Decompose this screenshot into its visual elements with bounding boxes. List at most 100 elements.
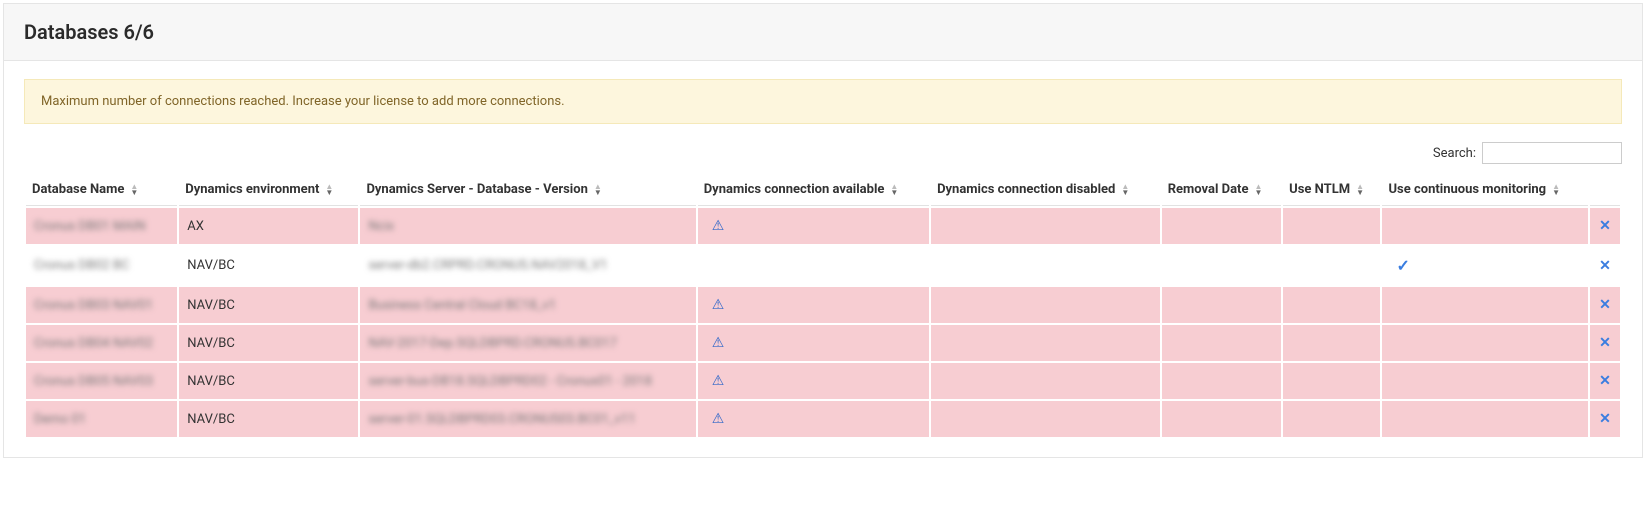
cell-database-name: Cronus DB02 BC: [26, 246, 177, 285]
sort-icon: ▲▼: [1552, 184, 1560, 196]
cell-env: NAV/BC: [179, 401, 358, 437]
cell-conn-disabled: [931, 363, 1160, 399]
cell-removal-date: [1162, 208, 1281, 244]
cell-conn-disabled: [931, 401, 1160, 437]
cell-env: NAV/BC: [179, 363, 358, 399]
table-header-row: Database Name▲▼ Dynamics environment▲▼ D…: [26, 174, 1620, 206]
panel-header: Databases 6/6: [4, 4, 1642, 61]
col-label: Removal Date: [1168, 182, 1249, 197]
cell-removal-date: [1162, 401, 1281, 437]
cell-continuous: [1382, 325, 1588, 361]
blurred-text: Cronus DB05 NAV03: [34, 374, 153, 389]
cell-conn-disabled: [931, 287, 1160, 323]
delete-icon[interactable]: ✕: [1599, 411, 1611, 427]
cell-ntlm: [1283, 363, 1380, 399]
blurred-text: Demo 01: [34, 412, 86, 427]
license-alert: Maximum number of connections reached. I…: [24, 79, 1622, 124]
blurred-text: Cronus DB03 NAV01: [34, 298, 153, 313]
search-input[interactable]: [1482, 142, 1622, 164]
cell-env: AX: [179, 208, 358, 244]
cell-conn-disabled: [931, 325, 1160, 361]
database-link[interactable]: Cronus DB05 NAV03: [34, 374, 153, 389]
col-use-ntlm[interactable]: Use NTLM ▲▼: [1283, 174, 1380, 206]
cell-removal-date: [1162, 246, 1281, 285]
database-link[interactable]: Cronus DB03 NAV01: [34, 298, 153, 313]
blurred-text: server-db2.CRPRD.CRONUS.NAV2018_V1: [368, 258, 607, 273]
cell-continuous: [1382, 363, 1588, 399]
blurred-text: Cronus DB02 BC: [34, 258, 129, 273]
col-database-name[interactable]: Database Name▲▼: [26, 174, 177, 206]
alert-text: Maximum number of connections reached. I…: [41, 94, 565, 109]
col-label: Dynamics connection disabled: [937, 182, 1115, 197]
col-label: Dynamics Server - Database - Version: [366, 182, 587, 197]
cell-database-name: Cronus DB03 NAV01: [26, 287, 177, 323]
cell-server: server-01.SQLDBPRD03.CRONUS03.BC01_v11: [360, 401, 695, 437]
cell-server: server-db2.CRPRD.CRONUS.NAV2018_V1: [360, 246, 695, 285]
search-label: Search:: [1433, 146, 1476, 161]
col-dynamics-server[interactable]: Dynamics Server - Database - Version ▲▼: [360, 174, 695, 206]
col-label: Database Name: [32, 182, 124, 197]
cell-database-name: Cronus DB05 NAV03: [26, 363, 177, 399]
cell-database-name: Cronus DB01 MAIN: [26, 208, 177, 244]
toolbar: Search:: [24, 138, 1622, 172]
blurred-text: Ncix: [368, 219, 394, 234]
sort-icon: ▲▼: [1121, 184, 1129, 196]
col-removal-date[interactable]: Removal Date ▲▼: [1162, 174, 1281, 206]
database-link[interactable]: Cronus DB02 BC: [34, 258, 129, 273]
cell-ntlm: [1283, 401, 1380, 437]
delete-icon[interactable]: ✕: [1599, 218, 1611, 234]
warning-icon: ⚠: [712, 411, 725, 427]
warning-icon: ⚠: [712, 373, 725, 389]
table-row: Cronus DB03 NAV01 NAV/BC Business Central …: [26, 287, 1620, 323]
col-label: Dynamics environment: [185, 182, 319, 197]
delete-icon[interactable]: ✕: [1599, 297, 1611, 313]
cell-ntlm: [1283, 246, 1380, 285]
cell-env: NAV/BC: [179, 246, 358, 285]
sort-icon: ▲▼: [1356, 184, 1364, 196]
cell-actions: ✕: [1590, 208, 1620, 244]
sort-icon: ▲▼: [1254, 184, 1262, 196]
cell-conn-available: ⚠: [698, 287, 929, 323]
cell-conn-available: ⚠: [698, 208, 929, 244]
cell-actions: ✕: [1590, 401, 1620, 437]
cell-conn-available: ⚠: [698, 363, 929, 399]
sort-icon: ▲▼: [890, 184, 898, 196]
blurred-text: Business Central Cloud BC18_v1: [368, 298, 556, 313]
cell-env: NAV/BC: [179, 325, 358, 361]
panel-body: Maximum number of connections reached. I…: [4, 61, 1642, 457]
col-conn-disabled[interactable]: Dynamics connection disabled ▲▼: [931, 174, 1160, 206]
table-row: Cronus DB02 BC NAV/BC server-db2.CRPRD.CRO…: [26, 246, 1620, 285]
check-icon: ✓: [1396, 256, 1409, 275]
cell-conn-available: ⚠: [698, 401, 929, 437]
warning-icon: ⚠: [712, 218, 725, 234]
database-link[interactable]: Demo 01: [34, 412, 86, 427]
col-use-continuous[interactable]: Use continuous monitoring▲▼: [1382, 174, 1588, 206]
table-row: Cronus DB04 NAV02NAV/BCNAV-2017-Dep.SQLD…: [26, 325, 1620, 361]
col-label: Use NTLM: [1289, 182, 1350, 197]
cell-ntlm: [1283, 287, 1380, 323]
delete-icon[interactable]: ✕: [1599, 335, 1611, 351]
cell-server: server-bus-DB18.SQLDBPRD02 - Cronus01 - …: [360, 363, 695, 399]
blurred-text: Cronus DB01 MAIN: [34, 219, 146, 234]
cell-server: Business Central Cloud BC18_v1: [360, 287, 695, 323]
database-link[interactable]: Cronus DB04 NAV02: [34, 336, 153, 351]
col-dynamics-env[interactable]: Dynamics environment▲▼: [179, 174, 358, 206]
table-row: Cronus DB05 NAV03 NAV/BC server-bus-DB18.S…: [26, 363, 1620, 399]
delete-icon[interactable]: ✕: [1599, 258, 1611, 274]
cell-removal-date: [1162, 287, 1281, 323]
delete-icon[interactable]: ✕: [1599, 373, 1611, 389]
database-link[interactable]: Cronus DB01 MAIN: [34, 219, 146, 234]
databases-table: Database Name▲▼ Dynamics environment▲▼ D…: [24, 172, 1622, 439]
sort-icon: ▲▼: [594, 184, 602, 196]
col-conn-available[interactable]: Dynamics connection available▲▼: [698, 174, 929, 206]
cell-ntlm: [1283, 325, 1380, 361]
col-actions: [1590, 174, 1620, 206]
warning-icon: ⚠: [712, 335, 725, 351]
cell-actions: ✕: [1590, 325, 1620, 361]
blurred-text: server-bus-DB18.SQLDBPRD02 - Cronus01 - …: [368, 374, 651, 389]
cell-env: NAV/BC: [179, 287, 358, 323]
cell-conn-disabled: [931, 208, 1160, 244]
cell-continuous: [1382, 208, 1588, 244]
cell-conn-disabled: [931, 246, 1160, 285]
cell-continuous: ✓: [1382, 246, 1588, 285]
